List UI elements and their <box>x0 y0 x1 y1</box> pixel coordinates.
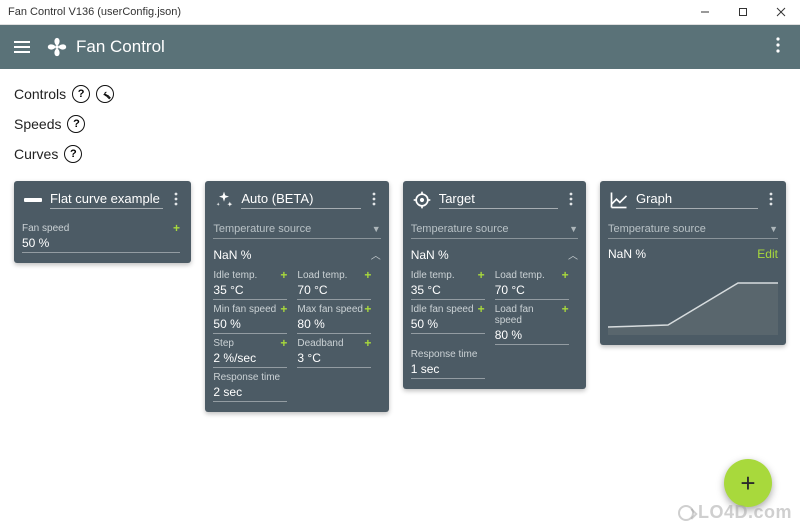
window-maximize-button[interactable] <box>724 0 762 25</box>
step-input[interactable]: 2 %/sec <box>213 349 287 368</box>
load-fan-input[interactable]: 80 % <box>495 326 569 345</box>
max-fan-input[interactable]: 80 % <box>297 315 371 334</box>
wrench-icon[interactable] <box>96 85 114 103</box>
idle-temp-input[interactable]: 35 °C <box>411 281 485 300</box>
section-label: Curves <box>14 146 58 162</box>
dropdown-icon: ▼ <box>372 224 381 234</box>
dropdown-icon: ▼ <box>769 224 778 234</box>
plus-icon[interactable]: + <box>280 270 287 281</box>
add-fab-button[interactable]: + <box>724 459 772 507</box>
plus-icon[interactable]: + <box>478 270 485 281</box>
response-time-input[interactable]: 1 sec <box>411 360 485 379</box>
section-curves: Curves ? <box>14 139 786 169</box>
section-headers: Controls ? Speeds ? Curves ? <box>0 69 800 175</box>
watermark-text: LO4D.com <box>698 502 792 523</box>
deadband-input[interactable]: 3 °C <box>297 349 371 368</box>
magnifier-icon <box>678 505 694 521</box>
idle-fan-input[interactable]: 50 % <box>411 315 485 334</box>
flat-line-icon <box>22 189 44 211</box>
card-title[interactable]: Target <box>439 191 558 209</box>
app-menu-icon[interactable] <box>768 37 788 58</box>
plus-icon[interactable]: + <box>562 304 569 326</box>
percent-value: NaN % <box>411 248 449 262</box>
help-icon[interactable]: ? <box>72 85 90 103</box>
sparkle-icon <box>213 189 235 211</box>
card-graph: Graph Temperature source▼ NaN % Edit <box>600 181 786 345</box>
percent-value: NaN % <box>213 248 251 262</box>
chevron-up-icon: ︿ <box>568 247 578 262</box>
card-title[interactable]: Graph <box>636 191 758 209</box>
plus-icon[interactable]: + <box>364 270 371 281</box>
dropdown-icon: ▼ <box>569 224 578 234</box>
window-minimize-button[interactable] <box>686 0 724 25</box>
plus-icon[interactable]: + <box>173 223 180 234</box>
section-controls: Controls ? <box>14 79 786 109</box>
window-title: Fan Control V136 (userConfig.json) <box>8 6 686 18</box>
watermark: LO4D.com <box>678 502 792 523</box>
fan-speed-value[interactable]: 50 % <box>22 234 180 253</box>
idle-temp-input[interactable]: 35 °C <box>213 281 287 300</box>
section-speeds: Speeds ? <box>14 109 786 139</box>
response-time-input[interactable]: 2 sec <box>213 383 287 402</box>
min-fan-input[interactable]: 50 % <box>213 315 287 334</box>
plus-icon[interactable]: + <box>364 338 371 349</box>
target-icon <box>411 189 433 211</box>
temp-source-select[interactable]: Temperature source▼ <box>411 219 578 239</box>
load-temp-input[interactable]: 70 °C <box>297 281 371 300</box>
percent-value: NaN % <box>608 247 646 261</box>
card-target: Target Temperature source▼ NaN % ︿ Idle … <box>403 181 586 389</box>
plus-icon[interactable]: + <box>364 304 371 315</box>
card-menu-icon[interactable] <box>764 192 778 209</box>
card-auto: Auto (BETA) Temperature source▼ NaN % ︿ … <box>205 181 388 412</box>
percent-expander[interactable]: NaN % ︿ <box>213 239 380 266</box>
card-menu-icon[interactable] <box>564 192 578 209</box>
temp-source-select[interactable]: Temperature source▼ <box>608 219 778 239</box>
plus-icon[interactable]: + <box>478 304 485 315</box>
load-temp-input[interactable]: 70 °C <box>495 281 569 300</box>
section-label: Speeds <box>14 116 61 132</box>
hamburger-icon[interactable] <box>12 37 32 57</box>
plus-icon[interactable]: + <box>280 338 287 349</box>
percent-row: NaN % Edit <box>608 239 778 265</box>
chevron-up-icon: ︿ <box>371 247 381 262</box>
app-bar: Fan Control <box>0 25 800 69</box>
window-titlebar: Fan Control V136 (userConfig.json) <box>0 0 800 25</box>
help-icon[interactable]: ? <box>64 145 82 163</box>
cards-row: Flat curve example Fan speed + 50 % Auto … <box>0 175 800 418</box>
edit-button[interactable]: Edit <box>757 247 778 261</box>
card-flat: Flat curve example Fan speed + 50 % <box>14 181 191 263</box>
chart-icon <box>608 189 630 211</box>
card-menu-icon[interactable] <box>367 192 381 209</box>
help-icon[interactable]: ? <box>67 115 85 133</box>
card-title[interactable]: Flat curve example <box>50 191 163 209</box>
percent-expander[interactable]: NaN % ︿ <box>411 239 578 266</box>
plus-icon[interactable]: + <box>562 270 569 281</box>
fan-speed-label: Fan speed <box>22 223 69 234</box>
app-title: Fan Control <box>76 37 768 57</box>
curve-graph[interactable] <box>608 269 778 335</box>
fan-icon <box>46 36 68 58</box>
window-close-button[interactable] <box>762 0 800 25</box>
temp-source-select[interactable]: Temperature source▼ <box>213 219 380 239</box>
plus-icon: + <box>740 470 755 496</box>
plus-icon[interactable]: + <box>280 304 287 315</box>
card-title[interactable]: Auto (BETA) <box>241 191 360 209</box>
window-controls <box>686 0 800 25</box>
card-menu-icon[interactable] <box>169 192 183 209</box>
section-label: Controls <box>14 86 66 102</box>
